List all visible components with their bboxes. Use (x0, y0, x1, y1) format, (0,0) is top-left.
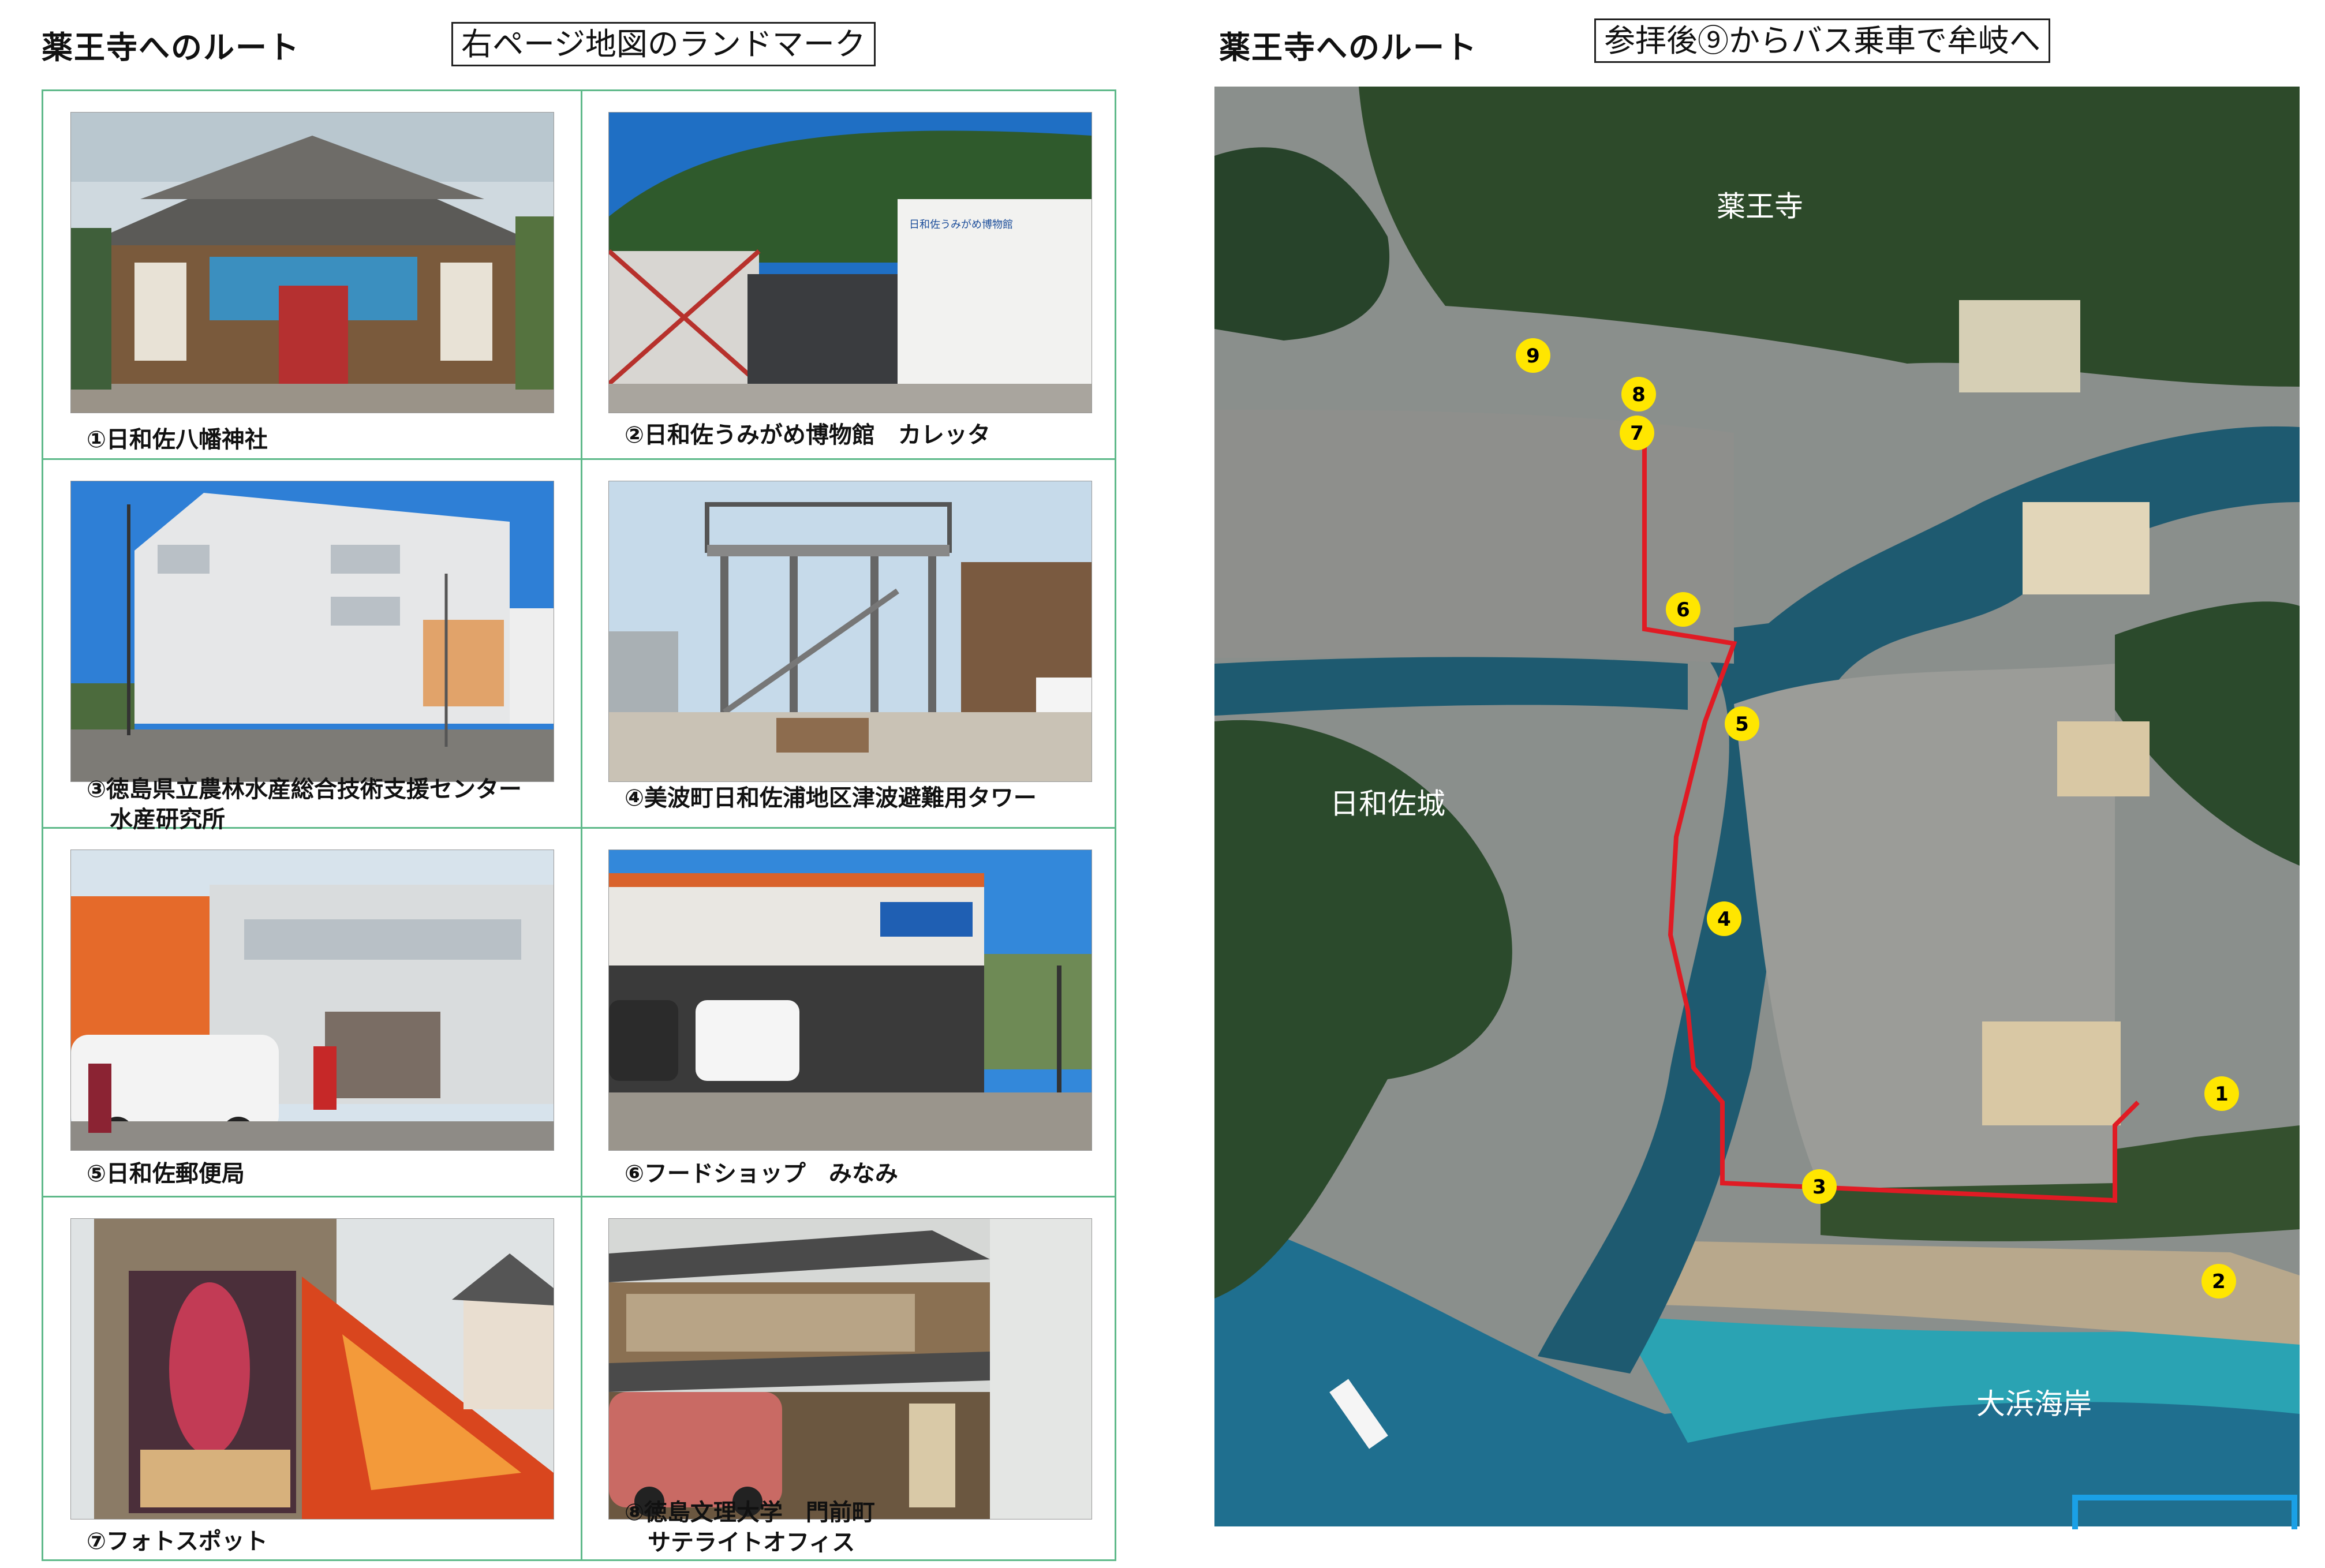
shrine-photo (70, 112, 554, 413)
satellite-office-photo (608, 1218, 1092, 1520)
svg-text:5: 5 (1735, 713, 1749, 736)
caption-7: ⑦フォトスポット (87, 1528, 268, 1555)
caption-2: ②日和佐うみがめ博物館 カレッタ (625, 422, 990, 448)
museum-photo: 日和佐うみがめ博物館 (608, 112, 1092, 413)
school-ground (1982, 1021, 2121, 1125)
map-marker-5[interactable]: 5 (1725, 706, 1759, 741)
map-marker-9[interactable]: 9 (1516, 338, 1550, 373)
food-shop-photo (608, 850, 1092, 1151)
left-page-subtitle: 右ページ地図のランドマーク (451, 22, 876, 67)
caption-5: ⑤日和佐郵便局 (87, 1161, 245, 1187)
landmark-grid: ①日和佐八幡神社 日和佐うみがめ博物館 ②日和佐うみがめ博物館 カレッタ ③徳島… (42, 89, 1116, 1561)
label-ohama-beach: 大浜海岸 (1976, 1387, 2092, 1421)
research-center-photo (70, 481, 554, 782)
field-1 (1959, 300, 2080, 392)
svg-text:2: 2 (2212, 1270, 2226, 1293)
landmark-cell-1: ①日和佐八幡神社 (43, 91, 580, 458)
svg-text:4: 4 (1717, 908, 1731, 931)
map-marker-1[interactable]: 1 (2204, 1076, 2239, 1111)
left-page-title: 薬王寺へのルート (42, 29, 300, 66)
ground-2 (2057, 721, 2150, 796)
landmark-cell-5: ⑤日和佐郵便局 (43, 829, 580, 1196)
caption-1: ①日和佐八幡神社 (87, 426, 268, 453)
museum-sign-text: 日和佐うみがめ博物館 (909, 219, 1013, 231)
landmark-cell-8: ⑧徳島文理大学 門前町 サテライトオフィス (581, 1197, 1117, 1565)
caption-3: ③徳島県立農林水産総合技術支援センター 水産研究所 (87, 776, 522, 833)
landmark-cell-7: ⑦フォトスポット (43, 1197, 580, 1565)
aerial-map: 薬王寺 日和佐城 大浜海岸 1 2 3 4 5 6 7 8 9 (1214, 87, 2300, 1526)
landmark-cell-2: 日和佐うみがめ博物館 ②日和佐うみがめ博物館 カレッタ (581, 91, 1117, 458)
map-marker-7[interactable]: 7 (1620, 416, 1654, 450)
ground-3 (2023, 502, 2150, 594)
north-town (1214, 410, 1734, 664)
right-page-title: 薬王寺へのルート (1219, 29, 1478, 66)
post-office-photo (70, 850, 554, 1151)
label-yakuoji: 薬王寺 (1717, 190, 1803, 223)
caption-8: ⑧徳島文理大学 門前町 サテライトオフィス (625, 1499, 875, 1556)
map-marker-2[interactable]: 2 (2201, 1264, 2236, 1298)
landmark-cell-3: ③徳島県立農林水産総合技術支援センター 水産研究所 (43, 460, 580, 833)
map-marker-6[interactable]: 6 (1666, 592, 1700, 627)
map-marker-3[interactable]: 3 (1802, 1169, 1837, 1204)
map-marker-4[interactable]: 4 (1707, 901, 1741, 936)
label-hiwasa-castle: 日和佐城 (1330, 787, 1445, 821)
svg-text:3: 3 (1812, 1176, 1826, 1199)
svg-text:7: 7 (1630, 422, 1644, 445)
landmark-cell-6: ⑥フードショップ みなみ (581, 829, 1117, 1196)
map-marker-8[interactable]: 8 (1621, 377, 1656, 411)
photo-spot-photo (70, 1218, 554, 1520)
svg-text:8: 8 (1632, 383, 1646, 406)
caption-4: ④美波町日和佐浦地区津波避難用タワー (625, 785, 1037, 811)
svg-text:1: 1 (2215, 1083, 2229, 1106)
right-page-subtitle: 参拝後⑨からバス乗車で牟岐へ (1594, 18, 2050, 63)
tsunami-tower-photo (608, 481, 1092, 782)
caption-6: ⑥フードショップ みなみ (625, 1161, 898, 1187)
landmark-cell-4: ④美波町日和佐浦地区津波避難用タワー (581, 460, 1117, 827)
svg-text:6: 6 (1676, 598, 1690, 622)
map-scale-bar (2072, 1495, 2297, 1529)
svg-text:9: 9 (1526, 345, 1540, 368)
